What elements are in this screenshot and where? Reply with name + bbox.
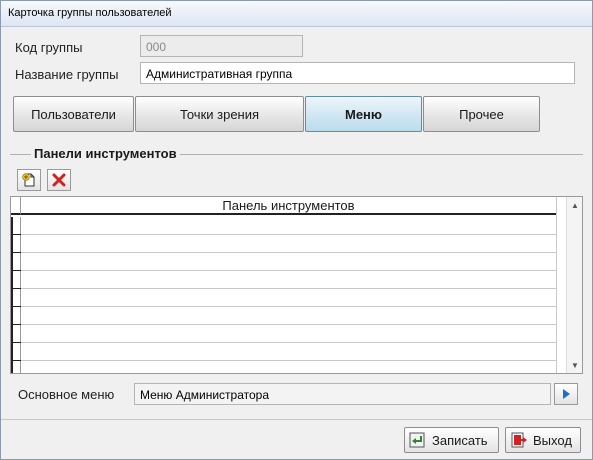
save-button[interactable]: Записать [404,427,499,453]
add-toolbar-button[interactable] [17,169,41,191]
row-indicator [11,325,21,343]
group-code-field: 000 [140,35,303,57]
dialog-window: Карточка группы пользователей Код группы… [0,0,593,460]
group-name-input[interactable]: Административная группа [140,62,575,84]
group-name-label: Название группы [15,67,119,82]
exit-button[interactable]: Выход [505,427,581,453]
window-title: Карточка группы пользователей [8,7,172,19]
row-indicator [11,271,21,289]
grid-header-filler [556,197,565,373]
table-row[interactable] [11,217,556,235]
delete-x-icon [52,173,66,187]
delete-toolbar-button[interactable] [47,169,71,191]
exit-button-label: Выход [533,432,572,448]
tab-users[interactable]: Пользователи [13,96,134,132]
table-row[interactable] [11,235,556,253]
table-row[interactable] [11,343,556,361]
main-menu-label: Основное меню [18,387,115,402]
table-row[interactable] [11,271,556,289]
grid-header-corner [11,197,21,215]
scroll-up-icon[interactable]: ▲ [567,197,582,213]
main-menu-select-button[interactable] [554,383,578,405]
tab-menu[interactable]: Меню [305,96,422,132]
table-row[interactable] [11,325,556,343]
title-bar: Карточка группы пользователей [1,1,592,27]
table-row[interactable] [11,361,556,373]
footer-divider [1,419,592,420]
tab-other[interactable]: Прочее [423,96,540,132]
row-indicator [11,235,21,253]
row-indicator [11,361,21,373]
row-indicator [11,217,21,235]
table-row[interactable] [11,307,556,325]
save-enter-icon [409,432,425,448]
row-indicator [11,343,21,361]
grid-column-header[interactable]: Панель инструментов [21,197,556,215]
table-row[interactable] [11,289,556,307]
group-code-label: Код группы [15,40,83,55]
main-menu-field[interactable]: Меню Администратора [134,383,551,405]
add-document-icon [22,173,35,187]
tab-viewpoints[interactable]: Точки зрения [135,96,304,132]
grid-vertical-scrollbar[interactable]: ▲ ▼ [566,197,582,373]
toolbars-group-title: Панели инструментов [31,146,180,161]
scroll-down-icon[interactable]: ▼ [567,357,582,373]
table-row[interactable] [11,253,556,271]
save-button-label: Записать [432,432,488,448]
play-arrow-icon [563,389,570,399]
row-indicator [11,253,21,271]
row-indicator [11,289,21,307]
exit-door-icon [511,432,527,448]
toolbars-grid: Панель инструментов ▲ ▼ [10,196,583,374]
row-indicator [11,307,21,325]
